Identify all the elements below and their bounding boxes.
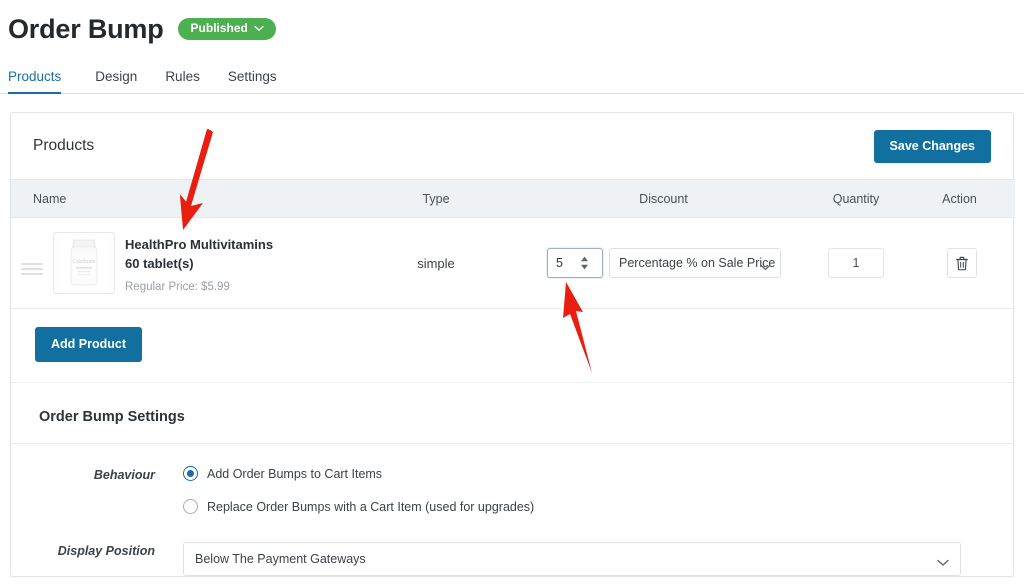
svg-text:Celebrate: Celebrate <box>73 259 96 265</box>
column-header-action: Action <box>926 179 1015 218</box>
discount-value-field[interactable] <box>548 256 580 270</box>
settings-heading: Order Bump Settings <box>11 383 1013 444</box>
table-row: Celebrate HealthPro Multivitamins 60 tab… <box>11 217 1015 309</box>
products-table: Name Type Discount Quantity Action Celeb… <box>11 179 1015 309</box>
page-header: Order Bump Published <box>0 0 1024 46</box>
quantity-input[interactable]: 1 <box>828 248 884 278</box>
discount-type-select[interactable]: Percentage % on Sale Price <box>609 248 781 278</box>
spinner-icon[interactable] <box>580 256 595 270</box>
column-header-name: Name <box>11 179 331 218</box>
display-position-field-row: Display Position Below The Payment Gatew… <box>11 514 1013 576</box>
product-name: HealthPro Multivitamins 60 tablet(s) <box>125 237 274 271</box>
product-thumbnail: Celebrate <box>53 232 115 294</box>
tab-settings[interactable]: Settings <box>214 69 291 93</box>
product-discount-cell: Percentage % on Sale Price <box>541 217 786 309</box>
radio-button-icon[interactable] <box>183 466 198 481</box>
behaviour-label: Behaviour <box>93 468 155 482</box>
status-badge-label: Published <box>190 21 248 35</box>
chevron-down-icon <box>760 260 771 274</box>
products-card: Products Save Changes Name Type Discount… <box>10 112 1015 577</box>
tab-bar: Products Design Rules Settings <box>0 66 1024 94</box>
product-type: simple <box>331 217 541 309</box>
tab-products[interactable]: Products <box>8 69 75 94</box>
tab-design[interactable]: Design <box>81 69 151 93</box>
display-position-label: Display Position <box>57 544 155 558</box>
column-header-discount: Discount <box>541 179 786 218</box>
discount-type-value: Percentage % on Sale Price <box>619 256 776 270</box>
add-product-row: Add Product <box>11 309 1013 382</box>
save-changes-button[interactable]: Save Changes <box>873 129 991 163</box>
product-action-cell <box>926 217 1015 309</box>
drag-handle-icon[interactable] <box>21 232 43 278</box>
tab-rules[interactable]: Rules <box>151 69 214 93</box>
discount-value-input[interactable] <box>547 248 603 278</box>
add-product-button[interactable]: Add Product <box>35 327 142 362</box>
behaviour-field-row: Behaviour Add Order Bumps to Cart Items … <box>11 444 1013 514</box>
radio-add-order-bumps[interactable]: Add Order Bumps to Cart Items <box>183 466 985 481</box>
trash-icon[interactable] <box>946 248 977 278</box>
products-heading: Products <box>33 137 95 154</box>
status-badge[interactable]: Published <box>177 18 276 40</box>
product-quantity-cell: 1 <box>786 217 926 309</box>
column-header-type: Type <box>331 179 541 218</box>
radio-add-order-bumps-label: Add Order Bumps to Cart Items <box>207 466 383 481</box>
column-header-quantity: Quantity <box>786 179 926 218</box>
chevron-down-icon <box>254 25 264 32</box>
radio-replace-order-bumps[interactable]: Replace Order Bumps with a Cart Item (us… <box>183 499 985 514</box>
products-card-header: Products Save Changes <box>11 113 1013 179</box>
radio-replace-order-bumps-label: Replace Order Bumps with a Cart Item (us… <box>207 499 535 514</box>
product-name-cell: Celebrate HealthPro Multivitamins 60 tab… <box>11 217 331 309</box>
table-header-row: Name Type Discount Quantity Action <box>11 179 1015 218</box>
page-title: Order Bump <box>8 14 164 44</box>
product-regular-price: Regular Price: $5.99 <box>125 281 230 293</box>
display-position-value: Below The Payment Gateways <box>195 552 366 566</box>
radio-button-icon[interactable] <box>183 499 198 514</box>
order-bump-settings-panel: Order Bump Settings Behaviour Add Order … <box>11 382 1013 576</box>
display-position-select[interactable]: Below The Payment Gateways <box>183 542 961 576</box>
chevron-down-icon <box>937 556 949 570</box>
